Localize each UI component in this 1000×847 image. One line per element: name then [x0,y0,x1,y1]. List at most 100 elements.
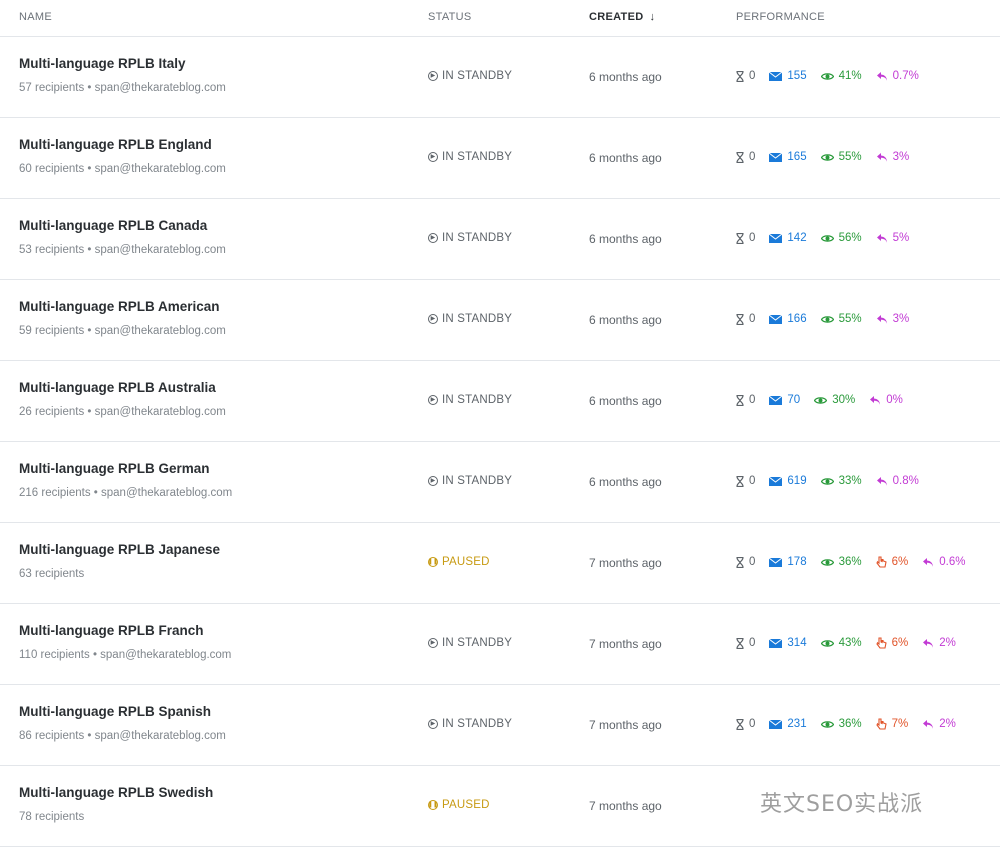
play-circle-icon: ▶ [428,395,438,405]
performance-metrics: 0 155 41% 0.7% [736,70,933,82]
metric-wait-value: 0 [749,637,756,649]
metric-wait-value: 0 [749,232,756,244]
metric-open-value: 41% [838,70,862,82]
created-date: 7 months ago [589,556,662,570]
hourglass-icon [736,313,744,325]
play-circle-icon: ▶ [428,638,438,648]
metric-wait-value: 0 [749,718,756,730]
table-row[interactable]: Multi-language RPLB Japanese 63 recipien… [0,523,1000,604]
campaign-name-link[interactable]: Multi-language RPLB Italy [19,56,186,71]
campaign-recipients: 63 recipients [19,568,85,580]
campaign-recipients: 86 recipients • span@thekarateblog.com [19,730,226,742]
metric-reply: 2% [922,637,956,649]
metric-wait: 0 [736,313,755,325]
created-date: 6 months ago [589,394,662,408]
table-row[interactable]: Multi-language RPLB Canada 53 recipients… [0,199,1000,280]
campaign-name-link[interactable]: Multi-language RPLB American [19,299,220,314]
reply-icon [869,395,881,406]
table-row[interactable]: Multi-language RPLB England 60 recipient… [0,118,1000,199]
metric-open: 33% [820,475,862,487]
metric-wait-value: 0 [749,313,756,325]
reply-icon [922,638,934,649]
campaign-name-link[interactable]: Multi-language RPLB Franch [19,623,204,638]
campaign-name-link[interactable]: Multi-language RPLB Australia [19,380,216,395]
performance-metrics: 0 178 36% 6% 0.6% [736,556,979,568]
metric-reply: 0.6% [922,556,965,568]
table-row[interactable]: Multi-language RPLB Franch 110 recipient… [0,604,1000,685]
metric-reply: 3% [876,151,909,163]
table-row[interactable]: Multi-language RPLB American 59 recipien… [0,280,1000,361]
status-badge: ▶ IN STANDBY [428,313,512,325]
reply-icon [922,719,934,730]
envelope-icon [769,152,783,162]
eye-icon [820,153,834,162]
status-label: PAUSED [442,799,490,811]
column-header-created-label: CREATED [589,11,644,23]
column-header-created[interactable]: CREATED ↓ [589,11,655,23]
campaign-name-link[interactable]: Multi-language RPLB Japanese [19,542,220,557]
metric-click-value: 6% [891,556,909,568]
metric-wait: 0 [736,475,755,487]
metric-open: 56% [820,232,862,244]
performance-metrics: 0 70 30% 0% [736,394,917,406]
metric-open-value: 36% [838,718,862,730]
campaign-recipients: 53 recipients • span@thekarateblog.com [19,244,226,256]
metric-open: 36% [820,718,862,730]
table-row[interactable]: Multi-language RPLB Italy 57 recipients … [0,37,1000,118]
metric-wait-value: 0 [749,70,756,82]
status-badge: ▶ IN STANDBY [428,718,512,730]
metric-click: 7% [875,718,908,730]
status-label: IN STANDBY [442,718,513,730]
metric-open: 55% [820,151,862,163]
metric-reply: 0.8% [876,475,919,487]
campaign-name-link[interactable]: Multi-language RPLB Swedish [19,785,213,800]
hourglass-icon [736,556,744,568]
campaign-recipients: 26 recipients • span@thekarateblog.com [19,406,226,418]
column-header-status[interactable]: STATUS [428,11,472,23]
table-row[interactable]: Multi-language RPLB Australia 26 recipie… [0,361,1000,442]
metric-open: 41% [820,70,862,82]
metric-reply-value: 5% [892,232,910,244]
campaign-recipients: 216 recipients • span@thekarateblog.com [19,487,233,499]
created-date: 7 months ago [589,718,662,732]
campaign-name-link[interactable]: Multi-language RPLB England [19,137,212,152]
metric-open-value: 43% [838,637,862,649]
envelope-icon [769,638,783,648]
campaign-name-link[interactable]: Multi-language RPLB Spanish [19,704,211,719]
reply-icon [922,557,934,568]
table-row[interactable]: Multi-language RPLB Spanish 86 recipient… [0,685,1000,766]
metric-sent: 142 [769,232,807,244]
metric-sent-value: 142 [787,232,807,244]
status-label: IN STANDBY [442,637,513,649]
metric-sent: 166 [769,313,807,325]
metric-click: 6% [875,637,908,649]
metric-wait: 0 [736,70,755,82]
column-header-name[interactable]: NAME [19,11,52,23]
status-label: IN STANDBY [442,70,513,82]
reply-icon [876,233,888,244]
metric-sent-value: 314 [787,637,807,649]
metric-sent-value: 231 [787,718,807,730]
eye-icon [820,720,834,729]
hourglass-icon [736,637,744,649]
metric-wait-value: 0 [749,556,756,568]
metric-wait: 0 [736,637,755,649]
status-badge: ▶ IN STANDBY [428,232,512,244]
play-circle-icon: ▶ [428,71,438,81]
status-label: PAUSED [442,556,490,568]
metric-open-value: 55% [838,151,862,163]
eye-icon [814,396,828,405]
play-circle-icon: ▶ [428,719,438,729]
table-header: NAME STATUS CREATED ↓ PERFORMANCE [0,0,1000,37]
table-row[interactable]: Multi-language RPLB German 216 recipient… [0,442,1000,523]
pointer-icon [875,718,887,730]
play-circle-icon: ▶ [428,233,438,243]
campaign-name-link[interactable]: Multi-language RPLB Canada [19,218,207,233]
envelope-icon [769,233,783,243]
status-label: IN STANDBY [442,313,513,325]
sort-down-arrow-icon[interactable]: ↓ [649,11,655,23]
metric-reply-value: 0% [886,394,903,406]
metric-open-value: 55% [838,313,862,325]
created-date: 6 months ago [589,232,662,246]
campaign-name-link[interactable]: Multi-language RPLB German [19,461,210,476]
